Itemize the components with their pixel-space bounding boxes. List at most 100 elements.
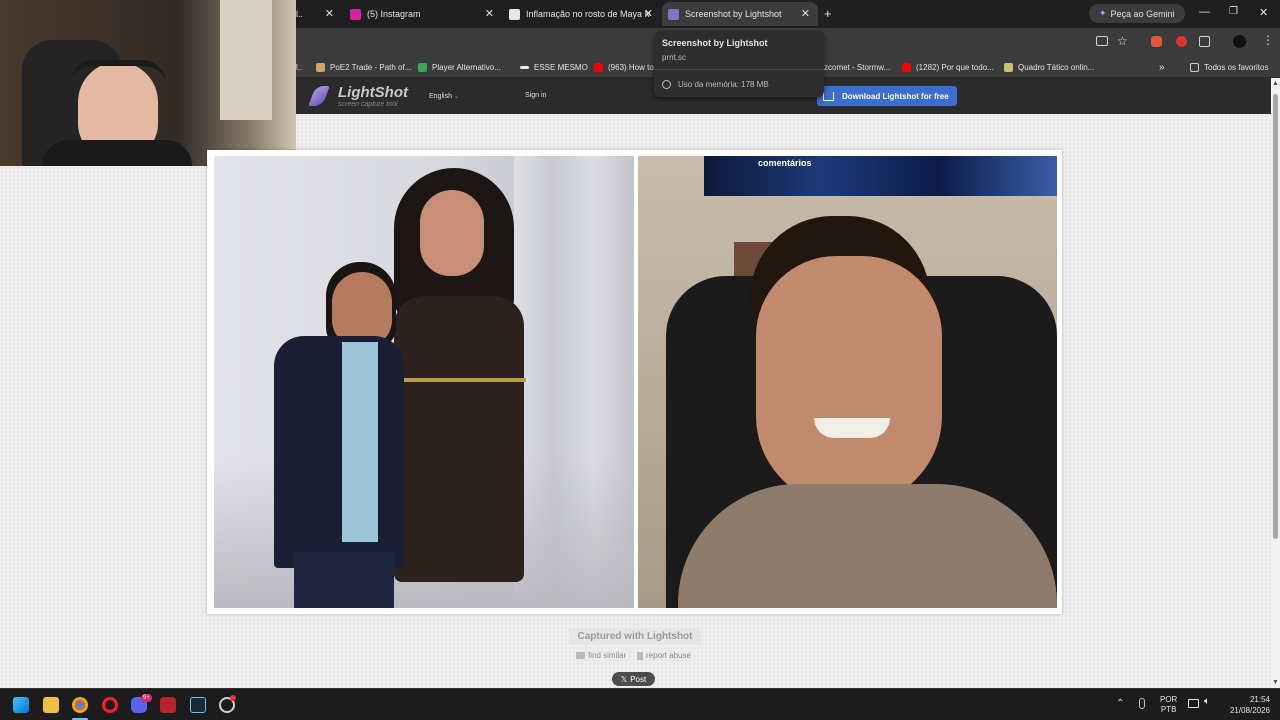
clock[interactable]: 21:54 21/08/2026 (1226, 694, 1270, 716)
quadro-icon (1004, 62, 1013, 72)
language-bottom: PTB (1160, 705, 1177, 714)
folder-icon (1190, 62, 1199, 72)
steam-icon[interactable] (190, 697, 206, 713)
photo-boy-shirt (342, 342, 378, 542)
x-post-label: Post (630, 674, 647, 684)
minimize-icon[interactable]: — (1199, 6, 1210, 18)
close-icon[interactable]: ✕ (801, 7, 810, 20)
bookmark-partial[interactable]: l.. (296, 60, 302, 74)
bookmark-zcomet-label: zcomet - Stormw... (824, 62, 891, 72)
install-app-icon[interactable] (1096, 36, 1108, 46)
close-icon[interactable]: ✕ (325, 7, 334, 20)
gemini-label: Peça ao Gemini (1110, 8, 1175, 19)
bookmark-por-que[interactable]: (1282) Por que todo... (902, 60, 994, 74)
hover-card-title: Screenshot by Lightshot (662, 38, 768, 48)
bookmark-zcomet[interactable]: zcomet - Stormw... (824, 60, 890, 74)
chevron-up-icon[interactable]: ⌃ (1116, 698, 1124, 709)
bookmark-por-que-label: (1282) Por que todo... (916, 62, 994, 72)
overlay-label: comentários (758, 158, 812, 168)
close-icon[interactable]: ✕ (485, 7, 494, 20)
more-bookmarks-icon[interactable]: » (1159, 60, 1165, 74)
captured-with-label[interactable]: Captured with Lightshot (569, 629, 701, 645)
download-button[interactable]: Download Lightshot for free (817, 86, 957, 106)
player-icon (418, 62, 427, 72)
file-explorer-icon[interactable] (43, 697, 59, 713)
tab-inflamacao[interactable]: Inflamação no rosto de Maya M ✕ (503, 2, 659, 26)
bookmark-how-to-label: (963) How to (608, 62, 654, 72)
taskbar: 9+ ⌃ POR PTB 🔈︎ 21:54 21/08/2026 (0, 688, 1280, 720)
flag-icon (637, 651, 643, 660)
report-abuse-link[interactable]: report abuse (637, 651, 691, 660)
menu-icon[interactable]: ⋮ (1262, 33, 1274, 47)
x-logo-icon: 𝕏 (620, 674, 628, 684)
scroll-up-icon[interactable]: ▲ (1272, 80, 1279, 87)
hover-card-memory: Uso da memória: 178 MB (678, 80, 769, 89)
webcam-doorway (220, 0, 272, 120)
restore-icon[interactable]: ❐ (1229, 6, 1238, 17)
find-similar-link[interactable]: find similar (576, 651, 626, 660)
bookmark-esse-mesmo-label: ESSE MESMO (534, 62, 588, 72)
puzzle-icon[interactable] (1199, 36, 1210, 47)
tab-partial[interactable]: l.. ✕ (296, 2, 340, 26)
scrollbar-thumb[interactable] (1273, 94, 1278, 539)
tab-instagram[interactable]: (5) Instagram ✕ (344, 2, 500, 26)
discord-badge: 9+ (141, 694, 152, 702)
clock-time: 21:54 (1249, 695, 1270, 704)
poe-icon (316, 62, 325, 72)
sign-in-link[interactable]: Sign in (525, 92, 546, 99)
bookmark-partial-label: l.. (296, 62, 303, 72)
language-select[interactable]: English ⌄ (429, 92, 460, 100)
photo-woman-dress (394, 296, 524, 582)
report-abuse-label: report abuse (646, 651, 691, 660)
app-icon[interactable] (160, 697, 176, 713)
photo-man-shirt (678, 484, 1057, 608)
x-post-button[interactable]: 𝕏 Post (612, 672, 655, 686)
bookmark-quadro[interactable]: Quadro Tático onlin... (1004, 60, 1094, 74)
photo-man-smile (814, 418, 890, 438)
opera-icon[interactable] (102, 697, 118, 713)
bookmark-how-to[interactable]: (963) How to (594, 60, 654, 74)
find-similar-label: find similar (588, 651, 627, 660)
star-icon[interactable]: ☆ (1117, 34, 1128, 48)
language-label: English (429, 93, 452, 100)
tab-partial-label: l.. (296, 9, 304, 19)
bookmark-player-label: Player Alternativo... (432, 62, 501, 72)
lightshot-tagline: screen capture tool (338, 101, 398, 108)
photo-boy-jeans (294, 552, 394, 608)
language-top: POR (1160, 695, 1178, 704)
input-language[interactable]: POR PTB (1160, 695, 1177, 715)
new-tab-icon[interactable]: + (824, 6, 832, 21)
bookmark-poe2[interactable]: PoE2 Trade - Path of... (316, 60, 411, 74)
gemini-icon: ✦ (1099, 8, 1107, 18)
gemini-button[interactable]: ✦ Peça ao Gemini (1089, 4, 1185, 23)
close-icon[interactable]: ✕ (644, 7, 653, 20)
profile-avatar[interactable] (1233, 35, 1246, 48)
microphone-icon[interactable] (1139, 698, 1145, 709)
photo-boy-jacket (274, 336, 404, 568)
chrome-icon[interactable] (72, 697, 88, 713)
tab-instagram-label: (5) Instagram (367, 9, 421, 19)
download-icon (823, 91, 834, 101)
volume-icon[interactable]: 🔈︎ (1204, 696, 1210, 707)
youtube-icon (594, 62, 603, 72)
network-icon[interactable] (1188, 699, 1199, 708)
photo-belt (392, 378, 526, 382)
photo-smiling-man[interactable]: comentários (638, 156, 1057, 608)
all-bookmarks[interactable]: Todos os favoritos (1190, 60, 1268, 74)
window-close-icon[interactable]: ✕ (1259, 6, 1268, 19)
scroll-down-icon[interactable]: ▼ (1272, 679, 1279, 686)
memory-icon (662, 80, 671, 89)
youtube-icon (902, 62, 911, 72)
all-bookmarks-label: Todos os favoritos (1204, 62, 1269, 72)
bookmark-quadro-label: Quadro Tático onlin... (1018, 62, 1095, 72)
tab-lightshot[interactable]: Screenshot by Lightshot ✕ (662, 2, 818, 26)
bookmark-player[interactable]: Player Alternativo... (418, 60, 501, 74)
lightshot-logo[interactable]: LightShot (338, 84, 408, 101)
photo-mother-son[interactable] (214, 156, 634, 608)
bookmark-esse-mesmo[interactable]: ESSE MESMO (520, 60, 588, 74)
hover-card-divider (654, 69, 824, 70)
extension-icon[interactable] (1151, 36, 1162, 47)
tab-hover-card: Screenshot by Lightshot prnt.sc Uso da m… (654, 31, 824, 97)
windows-start-icon[interactable] (13, 697, 29, 713)
extension-icon-2[interactable] (1176, 36, 1187, 47)
